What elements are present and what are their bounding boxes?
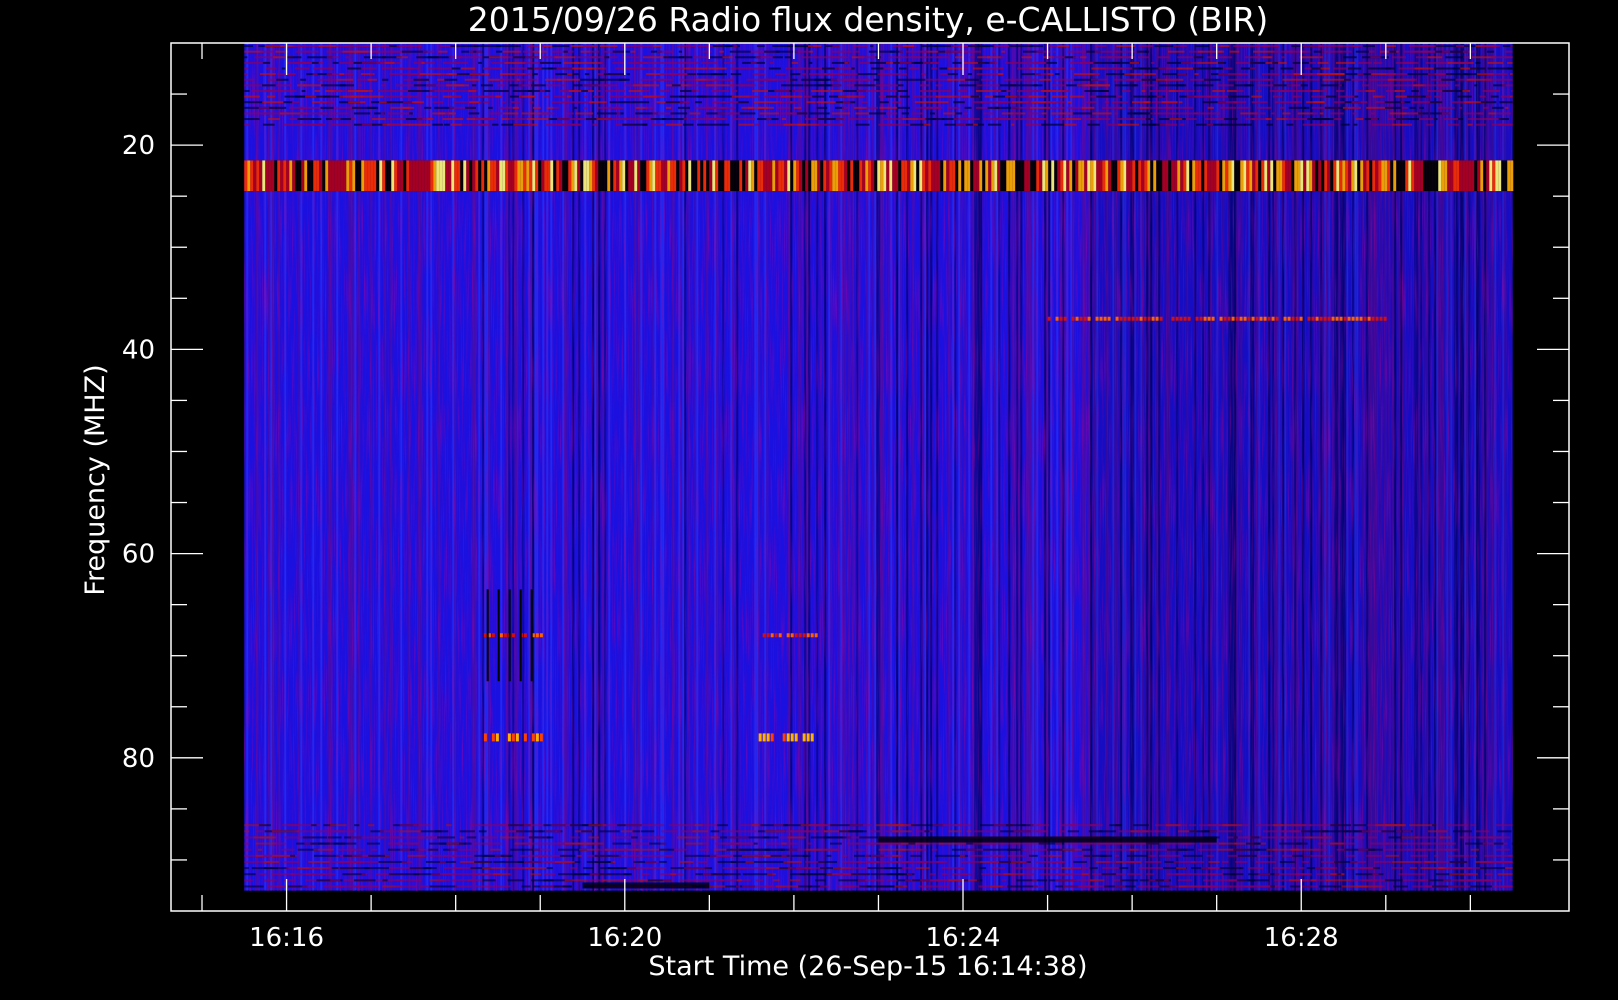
- y-tick-label: 80: [122, 744, 155, 774]
- spectrogram-chart: 20 40 60 80 16:16 16:20 16:24 16:28 2015/09/26 …: [0, 0, 1618, 1000]
- feature-dark-band-7: [582, 882, 710, 889]
- feature-rfi-band-0: [244, 160, 1514, 192]
- feature-dark-band-6: [878, 836, 1217, 843]
- y-axis-title: Frequency (MHZ): [80, 364, 111, 595]
- heatmap-layer: [244, 43, 1514, 891]
- feature-narrow-band-3: [483, 633, 543, 638]
- y-tick-label: 60: [122, 540, 155, 570]
- x-tick-label: 16:16: [249, 923, 324, 953]
- x-tick-label: 16:20: [587, 923, 662, 953]
- x-tick-label: 16:24: [926, 923, 1001, 953]
- y-tick-label: 20: [122, 131, 155, 161]
- chart-title: 2015/09/26 Radio flux density, e-CALLIST…: [468, 0, 1269, 39]
- y-tick-label: 40: [122, 335, 155, 365]
- x-tick-label: 16:28: [1264, 923, 1339, 953]
- x-axis-title: Start Time (26-Sep-15 16:14:38): [648, 951, 1087, 982]
- feature-narrow-band-1: [483, 733, 543, 742]
